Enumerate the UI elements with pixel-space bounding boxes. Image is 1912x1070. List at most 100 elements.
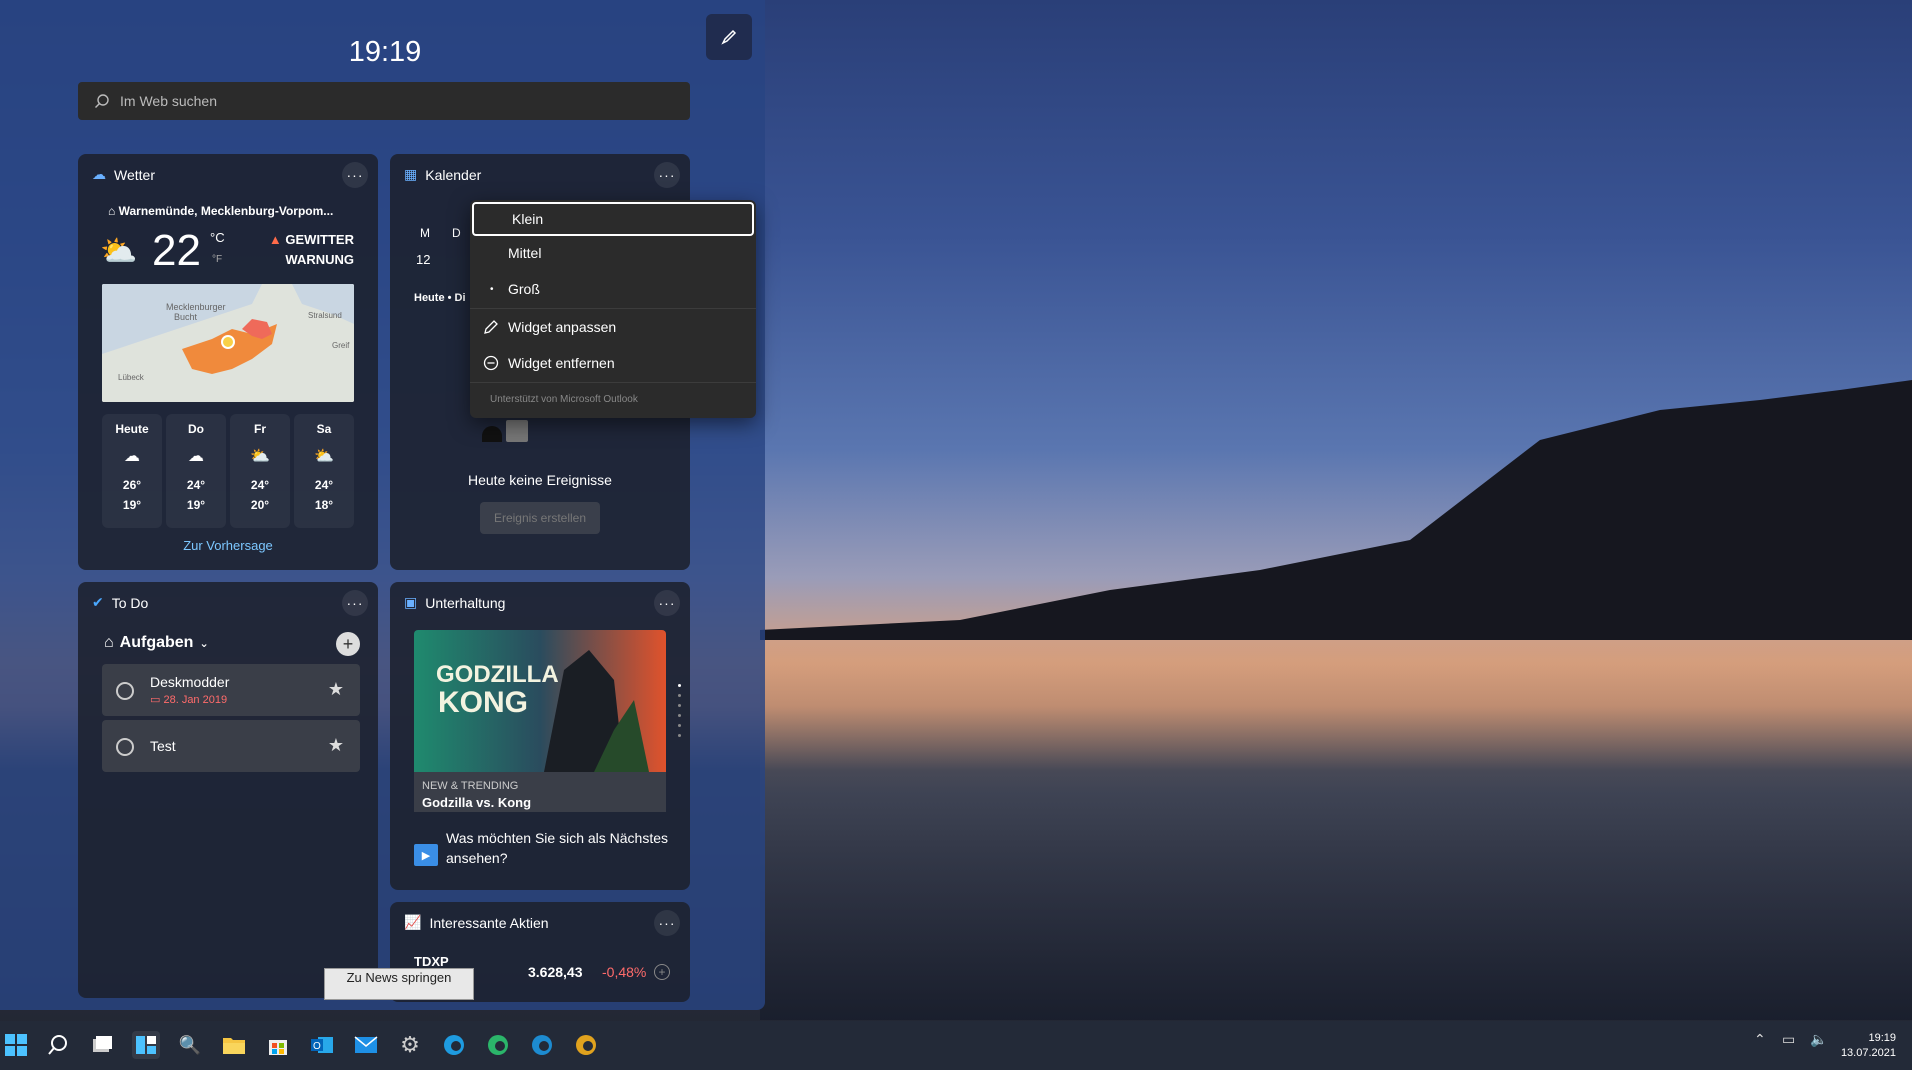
- forecast-link[interactable]: Zur Vorhersage: [78, 538, 378, 553]
- stock-change: -0,48%: [602, 964, 647, 980]
- wallpaper-lake: [760, 640, 1912, 1020]
- todo-title: To Do: [111, 594, 149, 611]
- add-task-button[interactable]: +: [336, 632, 360, 656]
- entertainment-widget[interactable]: ▣ Unterhaltung ··· GODZILLA KONG NEW & TR…: [390, 582, 690, 890]
- taskbar-clock[interactable]: 19:19 13.07.2021: [1841, 1031, 1896, 1061]
- widgets-icon[interactable]: [132, 1031, 160, 1059]
- map-label-bay-1: Mecklenburger: [166, 302, 226, 312]
- edge-dev-icon[interactable]: [528, 1031, 556, 1059]
- entertainment-more-button[interactable]: ···: [654, 590, 680, 616]
- magnifier-icon[interactable]: 🔍: [176, 1031, 204, 1059]
- play-icon: ▶: [414, 844, 438, 866]
- start-icon[interactable]: [2, 1031, 30, 1059]
- task-view-icon[interactable]: [88, 1031, 116, 1059]
- weather-widget[interactable]: ☁ Wetter ··· ⌂ Warnemünde, Mecklenburg-Vo…: [78, 154, 378, 570]
- search-icon[interactable]: [44, 1031, 72, 1059]
- weather-more-button[interactable]: ···: [342, 162, 368, 188]
- todo-list-selector[interactable]: ⌂ Aufgaben ⌄: [104, 634, 209, 652]
- svg-text:GODZILLA: GODZILLA: [436, 661, 559, 688]
- svg-text:Greif: Greif: [332, 341, 350, 350]
- poster-title-1: GODZILLA: [436, 661, 559, 688]
- todo-more-button[interactable]: ···: [342, 590, 368, 616]
- no-events-text: Heute keine Ereignisse: [468, 472, 612, 488]
- menu-item-remove[interactable]: Widget entfernen: [470, 346, 756, 380]
- file-explorer-icon[interactable]: [220, 1031, 248, 1059]
- menu-footer: Unterstützt von Microsoft Outlook: [490, 394, 638, 405]
- calendar-title: Kalender: [425, 166, 482, 183]
- network-icon[interactable]: ▭: [1782, 1031, 1795, 1048]
- watch-next-question[interactable]: Was möchten Sie sich als Nächstes ansehe…: [446, 828, 676, 868]
- star-icon[interactable]: ★: [328, 679, 344, 700]
- store-icon[interactable]: [264, 1031, 292, 1059]
- wallpaper-mountain: [760, 380, 1912, 640]
- carousel-indicator[interactable]: [678, 684, 682, 744]
- chart-icon: 📈: [404, 914, 422, 930]
- edge-beta-icon[interactable]: [484, 1031, 512, 1059]
- svg-text:KONG: KONG: [438, 686, 528, 719]
- svg-text:Mecklenburger: Mecklenburger: [166, 302, 226, 312]
- svg-text:Lübeck: Lübeck: [118, 373, 145, 382]
- calendar-icon: ▭: [150, 694, 161, 706]
- widget-size-menu: Klein Mittel • Groß Widget anpassen Widge…: [470, 200, 756, 418]
- cloud-icon: ☁: [188, 448, 204, 465]
- stocks-more-button[interactable]: ···: [654, 910, 680, 936]
- calendar-more-button[interactable]: ···: [654, 162, 680, 188]
- mail-icon[interactable]: [352, 1031, 380, 1059]
- map-label-luebeck: Lübeck: [118, 373, 145, 382]
- movie-poster[interactable]: GODZILLA KONG: [414, 630, 666, 772]
- forecast-day[interactable]: Heute ☁ 26° 19°: [102, 414, 162, 528]
- chevron-down-icon: ⌄: [199, 637, 209, 650]
- forecast-day[interactable]: Sa ⛅ 24° 18°: [294, 414, 354, 528]
- task-complete-checkbox[interactable]: [116, 682, 134, 700]
- forecast-day[interactable]: Do ☁ 24° 19°: [166, 414, 226, 528]
- map-label-stralsund: Stralsund: [308, 311, 342, 320]
- movie-caption[interactable]: NEW & TRENDING Godzilla vs. Kong: [414, 772, 666, 812]
- edge-canary-icon[interactable]: [572, 1031, 600, 1059]
- web-search-box[interactable]: Im Web suchen: [78, 82, 690, 120]
- weather-temperature: 22: [152, 226, 201, 275]
- search-icon: [95, 94, 109, 108]
- weather-warning[interactable]: ▲ GEWITTER WARNUNG: [269, 230, 354, 270]
- weather-map[interactable]: Mecklenburger Bucht Stralsund Lübeck Gre…: [102, 284, 354, 402]
- volume-icon[interactable]: 🔈: [1810, 1031, 1827, 1048]
- todo-widget[interactable]: ✔ To Do ··· ⌂ Aufgaben ⌄ + Deskmodder ▭ 28.…: [78, 582, 378, 998]
- personalize-button[interactable]: [706, 14, 752, 60]
- edge-icon[interactable]: [440, 1031, 468, 1059]
- empty-calendar-illustration: [482, 420, 532, 442]
- widgets-panel: 19:19 Im Web suchen ☁ Wetter ··· ⌂ Warnem…: [0, 0, 765, 1010]
- cloud-icon: ☁: [124, 448, 140, 465]
- stocks-title: Interessante Aktien: [429, 914, 549, 931]
- pen-icon: [484, 320, 498, 334]
- trending-tag: NEW & TRENDING: [422, 780, 519, 792]
- checkmark-icon: ✔: [92, 594, 104, 610]
- partly-sunny-icon: ⛅: [314, 448, 334, 465]
- menu-item-medium[interactable]: Mittel: [470, 236, 756, 270]
- stock-symbol[interactable]: TDXP: [414, 954, 449, 969]
- menu-item-customize[interactable]: Widget anpassen: [470, 310, 756, 344]
- pen-icon: [721, 29, 737, 45]
- create-event-button[interactable]: Ereignis erstellen: [480, 502, 600, 534]
- today-label: Heute • Di: [414, 292, 466, 304]
- partly-sunny-icon: ⛅: [250, 448, 270, 465]
- svg-text:Bucht: Bucht: [174, 312, 198, 322]
- add-stock-button[interactable]: +: [654, 964, 670, 980]
- outlook-icon[interactable]: O: [308, 1031, 336, 1059]
- search-placeholder: Im Web suchen: [120, 93, 218, 109]
- map-label-greif: Greif: [332, 341, 350, 350]
- jump-to-news-button[interactable]: Zu News springen: [324, 968, 474, 1000]
- settings-icon[interactable]: ⚙: [396, 1031, 424, 1059]
- task-item[interactable]: Test ★: [102, 720, 360, 772]
- task-complete-checkbox[interactable]: [116, 738, 134, 756]
- menu-item-large[interactable]: • Groß: [470, 272, 756, 306]
- unit-celsius[interactable]: °C: [210, 230, 225, 245]
- svg-text:Stralsund: Stralsund: [308, 311, 342, 320]
- entertainment-title: Unterhaltung: [425, 594, 506, 611]
- cloudy-sun-icon: ⛅: [100, 235, 138, 268]
- forecast-day[interactable]: Fr ⛅ 24° 20°: [230, 414, 290, 528]
- menu-item-small[interactable]: Klein: [472, 202, 754, 236]
- unit-fahrenheit[interactable]: °F: [212, 254, 222, 265]
- chevron-up-icon[interactable]: ⌃: [1754, 1031, 1766, 1048]
- star-icon[interactable]: ★: [328, 735, 344, 756]
- task-item[interactable]: Deskmodder ▭ 28. Jan 2019 ★: [102, 664, 360, 716]
- warning-icon: ▲: [268, 232, 282, 247]
